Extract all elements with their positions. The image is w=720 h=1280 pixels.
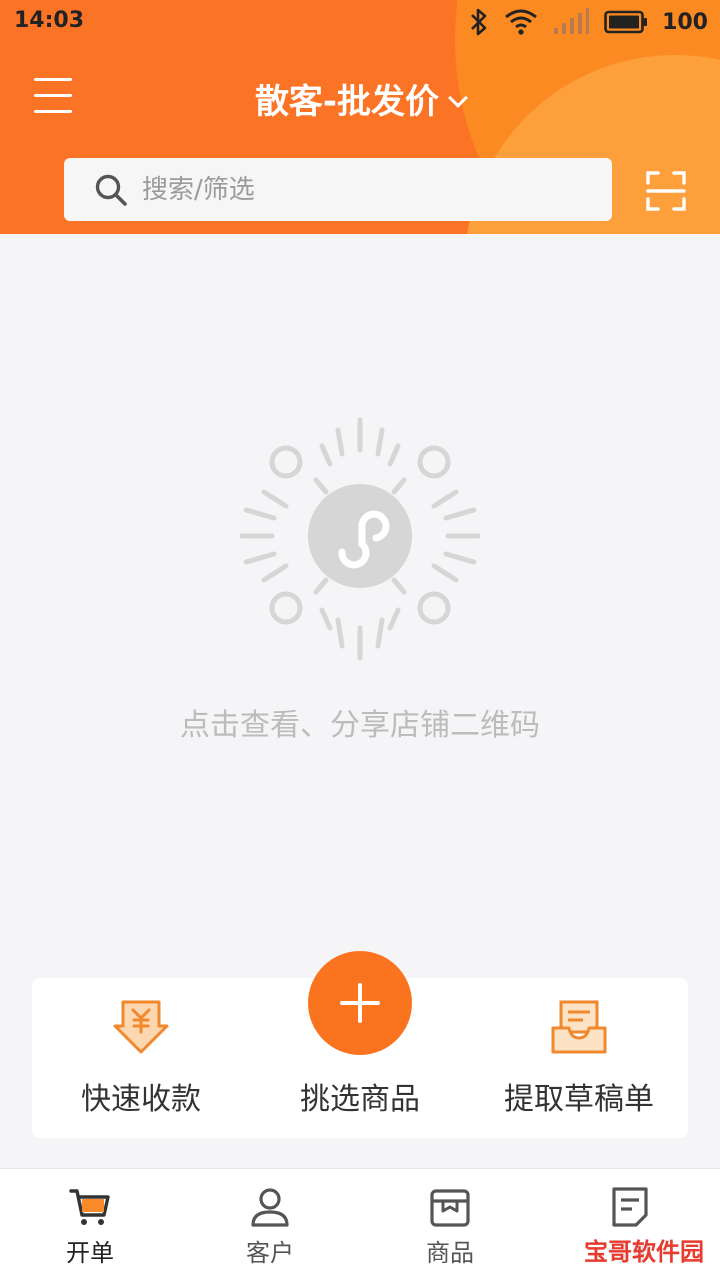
search-bar[interactable] xyxy=(64,158,612,221)
drafts-button[interactable]: 提取草稿单 xyxy=(470,978,688,1138)
status-icons: 100 xyxy=(468,6,708,38)
page-title: 散客-批发价 xyxy=(254,82,440,122)
yen-download-icon xyxy=(113,1000,169,1054)
select-goods-label: 挑选商品 xyxy=(300,1082,420,1117)
battery-level: 100 xyxy=(662,9,708,35)
header: 14:03 100 散客-批发价 搜索/筛选 xyxy=(0,0,720,234)
user-icon xyxy=(251,1188,289,1227)
tab-goods-label: 商品 xyxy=(426,1239,474,1267)
tab-customers[interactable]: 客户 xyxy=(180,1169,360,1280)
quick-payment-label: 快速收款 xyxy=(81,1082,201,1117)
status-bar: 14:03 100 xyxy=(0,0,720,44)
chevron-down-icon xyxy=(448,88,468,108)
tab-goods[interactable]: 商品 xyxy=(360,1169,540,1280)
scan-icon[interactable] xyxy=(645,170,687,212)
status-time: 14:03 xyxy=(14,8,85,33)
order-icon xyxy=(612,1187,648,1227)
tab-customers-label: 客户 xyxy=(246,1239,294,1267)
draft-tray-icon xyxy=(551,1000,607,1054)
goods-box-icon xyxy=(430,1189,470,1227)
wifi-icon xyxy=(505,9,537,35)
search-icon xyxy=(95,174,127,206)
price-mode-dropdown[interactable]: 散客-批发价 xyxy=(0,74,720,123)
qr-hint-text[interactable]: 点击查看、分享店铺二维码 xyxy=(0,700,720,744)
watermark: 宝哥软件园 xyxy=(574,1232,714,1272)
battery-icon xyxy=(604,10,648,34)
tab-billing[interactable]: 开单 xyxy=(0,1169,180,1280)
mini-program-code-icon[interactable] xyxy=(230,410,490,670)
cart-icon xyxy=(69,1189,110,1225)
signal-icon xyxy=(554,8,590,34)
search-input[interactable] xyxy=(142,174,562,205)
drafts-label: 提取草稿单 xyxy=(504,1082,654,1117)
add-goods-button[interactable] xyxy=(308,951,412,1055)
tab-billing-label: 开单 xyxy=(66,1239,114,1267)
bluetooth-icon xyxy=(471,8,487,36)
quick-payment-button[interactable]: 快速收款 xyxy=(32,978,250,1138)
